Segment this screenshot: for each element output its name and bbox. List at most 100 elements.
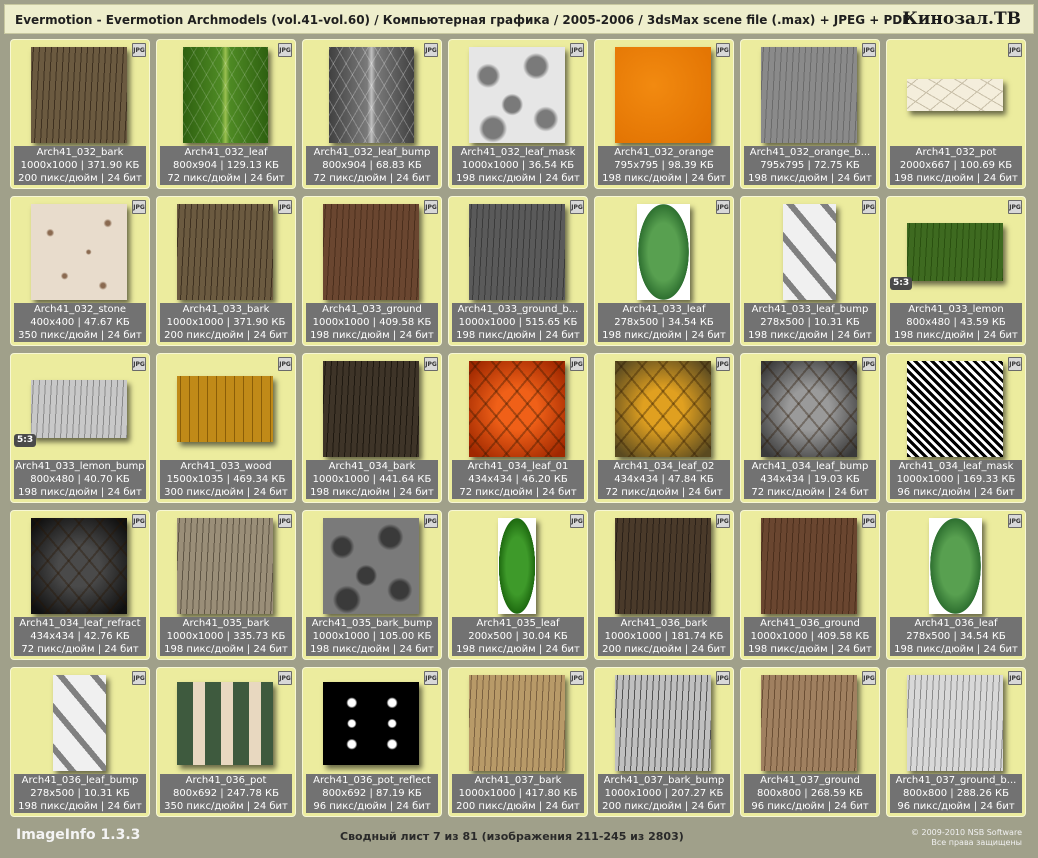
thumbnail-image[interactable] — [469, 361, 565, 457]
thumbnail-cell[interactable]: JPG Arch41_034_leaf_02 434x434 | 47.84 КБ 7… — [594, 353, 734, 503]
thumbnail-info: Arch41_033_wood 1500x1035 | 469.34 КБ 300 … — [160, 460, 292, 499]
thumbnail-image[interactable] — [469, 675, 565, 771]
file-name: Arch41_032_orange_b... — [749, 147, 871, 158]
thumbnail-cell[interactable]: JPG Arch41_033_bark 1000x1000 | 371.90 КБ 2… — [156, 196, 296, 346]
thumbnail-cell[interactable]: JPG Arch41_032_bark 1000x1000 | 371.90 КБ 2… — [10, 39, 150, 189]
thumbnail-image[interactable] — [31, 204, 127, 300]
thumbnail-image[interactable] — [177, 518, 273, 614]
jpg-format-icon: JPG — [1008, 357, 1022, 371]
image-dimensions: 800x480 | 40.70 КБ — [30, 474, 130, 485]
thumbnail-cell[interactable]: JPG Arch41_036_leaf 278x500 | 34.54 КБ 198 … — [886, 510, 1026, 660]
file-name: Arch41_036_pot — [185, 775, 267, 786]
image-meta: 96 пикс/дюйм | 24 бит — [313, 801, 431, 812]
image-dimensions: 1500x1035 | 469.34 КБ — [166, 474, 286, 485]
image-meta: 198 пикс/дюйм | 24 бит — [602, 173, 726, 184]
thumbnail-info: Arch41_033_ground 1000x1000 | 409.58 КБ 19… — [306, 303, 438, 342]
thumbnail-image[interactable] — [498, 518, 536, 614]
thumbnail-image[interactable] — [469, 204, 565, 300]
thumbnail-cell[interactable]: JPG Arch41_037_ground_b... 800x800 | 288.2… — [886, 667, 1026, 817]
thumbnail-cell[interactable]: JPG 5:3 Arch41_033_lemon_bump 800x480 | 40.… — [10, 353, 150, 503]
image-dimensions: 800x800 | 288.26 КБ — [903, 788, 1009, 799]
thumbnail-cell[interactable]: JPG Arch41_032_orange_b... 795x795 | 72.75… — [740, 39, 880, 189]
jpg-format-icon: JPG — [1008, 43, 1022, 57]
thumbnail-cell[interactable]: JPG Arch41_036_leaf_bump 278x500 | 10.31 К… — [10, 667, 150, 817]
thumbnail-cell[interactable]: JPG Arch41_034_leaf_01 434x434 | 46.20 КБ 7… — [448, 353, 588, 503]
thumbnail-image[interactable] — [183, 47, 268, 143]
thumbnail-image[interactable] — [761, 47, 857, 143]
thumbnail-cell[interactable]: JPG Arch41_035_bark 1000x1000 | 335.73 КБ 1… — [156, 510, 296, 660]
thumbnail-cell[interactable]: JPG Arch41_034_leaf_mask 1000x1000 | 169.3… — [886, 353, 1026, 503]
thumbnail-cell[interactable]: JPG Arch41_035_bark_bump 1000x1000 | 105.0… — [302, 510, 442, 660]
thumbnail-cell[interactable]: JPG Arch41_032_leaf_mask 1000x1000 | 36.54… — [448, 39, 588, 189]
header-bar: Evermotion - Evermotion Archmodels (vol.… — [4, 4, 1034, 34]
thumbnail-image[interactable] — [761, 675, 857, 771]
thumbnail-image[interactable] — [177, 682, 273, 765]
image-dimensions: 1000x1000 | 371.90 КБ — [166, 317, 286, 328]
thumbnail-cell[interactable]: JPG Arch41_032_pot 2000x667 | 100.69 КБ 198… — [886, 39, 1026, 189]
thumbnail-cell[interactable]: JPG Arch41_033_leaf 278x500 | 34.54 КБ 198 … — [594, 196, 734, 346]
thumbnail-image[interactable] — [615, 518, 711, 614]
thumbnail-image[interactable] — [323, 518, 419, 614]
thumbnail-image[interactable] — [907, 223, 1003, 281]
thumbnail-cell[interactable]: JPG Arch41_034_leaf_refract 434x434 | 42.7… — [10, 510, 150, 660]
thumbnail-cell[interactable]: JPG Arch41_035_leaf 200x500 | 30.04 КБ 198 … — [448, 510, 588, 660]
file-name: Arch41_033_lemon_bump — [15, 461, 145, 472]
thumbnail-image[interactable] — [907, 675, 1003, 771]
thumbnail-image[interactable] — [907, 361, 1003, 457]
file-name: Arch41_032_bark — [36, 147, 124, 158]
thumbnail-image[interactable] — [31, 47, 127, 143]
thumbnail-cell[interactable]: JPG Arch41_032_leaf_bump 800x904 | 68.83 К… — [302, 39, 442, 189]
thumbnail-image[interactable] — [53, 675, 106, 771]
thumbnail-image[interactable] — [929, 518, 982, 614]
thumbnail-cell[interactable]: JPG Arch41_033_ground 1000x1000 | 409.58 К… — [302, 196, 442, 346]
image-dimensions: 278x500 | 10.31 КБ — [30, 788, 130, 799]
copyright-text: © 2009-2010 NSB Software — [910, 828, 1022, 837]
thumbnail-image[interactable] — [615, 361, 711, 457]
thumbnail-cell[interactable]: JPG Arch41_033_ground_b... 1000x1000 | 515… — [448, 196, 588, 346]
thumbnail-image[interactable] — [177, 376, 273, 442]
thumbnail-image[interactable] — [323, 361, 419, 457]
thumbnail-image[interactable] — [177, 204, 273, 300]
image-meta: 200 пикс/дюйм | 24 бит — [602, 644, 726, 655]
thumbnail-image[interactable] — [329, 47, 414, 143]
thumbnail-image[interactable] — [323, 682, 419, 765]
thumbnail-cell[interactable]: JPG Arch41_034_bark 1000x1000 | 441.64 КБ 1… — [302, 353, 442, 503]
thumbnail-cell[interactable]: JPG Arch41_036_bark 1000x1000 | 181.74 КБ 2… — [594, 510, 734, 660]
thumbnail-cell[interactable]: JPG Arch41_032_stone 400x400 | 47.67 КБ 350… — [10, 196, 150, 346]
file-name: Arch41_036_leaf_bump — [21, 775, 139, 786]
app-name: ImageInfo 1.3.3 — [16, 827, 141, 843]
image-meta: 200 пикс/дюйм | 24 бит — [18, 173, 142, 184]
thumbnail-image[interactable] — [615, 675, 711, 771]
thumbnail-cell[interactable]: JPG Arch41_033_wood 1500x1035 | 469.34 КБ 3… — [156, 353, 296, 503]
thumbnail-image[interactable] — [469, 47, 565, 143]
thumbnail-image[interactable] — [761, 361, 857, 457]
thumbnail-cell[interactable]: JPG Arch41_037_bark 1000x1000 | 417.80 КБ 2… — [448, 667, 588, 817]
thumbnail-cell[interactable]: JPG Arch41_033_leaf_bump 278x500 | 10.31 К… — [740, 196, 880, 346]
thumbnail-cell[interactable]: JPG Arch41_036_pot_reflect 800x692 | 87.19… — [302, 667, 442, 817]
thumbnail-cell[interactable]: JPG Arch41_036_pot 800x692 | 247.78 КБ 350 … — [156, 667, 296, 817]
jpg-format-icon: JPG — [716, 200, 730, 214]
image-dimensions: 1000x1000 | 181.74 КБ — [604, 631, 724, 642]
jpg-format-icon: JPG — [424, 357, 438, 371]
thumbnail-info: Arch41_032_bark 1000x1000 | 371.90 КБ 200 … — [14, 146, 146, 185]
thumbnail-image[interactable] — [31, 380, 127, 438]
thumbnail-image[interactable] — [761, 518, 857, 614]
thumbnail-cell[interactable]: JPG Arch41_037_bark_bump 1000x1000 | 207.2… — [594, 667, 734, 817]
image-dimensions: 278x500 | 34.54 КБ — [906, 631, 1006, 642]
file-name: Arch41_033_ground — [322, 304, 422, 315]
jpg-format-icon: JPG — [570, 514, 584, 528]
thumbnail-cell[interactable]: JPG Arch41_036_ground 1000x1000 | 409.58 К… — [740, 510, 880, 660]
thumbnail-cell[interactable]: JPG Arch41_032_orange 795x795 | 98.39 КБ 19… — [594, 39, 734, 189]
thumbnail-image[interactable] — [615, 47, 711, 143]
thumbnail-cell[interactable]: JPG 5:3 Arch41_033_lemon 800x480 | 43.59 КБ… — [886, 196, 1026, 346]
thumbnail-image[interactable] — [907, 79, 1003, 111]
thumbnail-cell[interactable]: JPG Arch41_034_leaf_bump 434x434 | 19.03 К… — [740, 353, 880, 503]
thumbnail-image[interactable] — [783, 204, 836, 300]
jpg-format-icon: JPG — [716, 514, 730, 528]
thumbnail-cell[interactable]: JPG Arch41_037_ground 800x800 | 268.59 КБ 9… — [740, 667, 880, 817]
thumbnail-info: Arch41_032_leaf_mask 1000x1000 | 36.54 КБ… — [452, 146, 584, 185]
thumbnail-image[interactable] — [637, 204, 690, 300]
thumbnail-image[interactable] — [323, 204, 419, 300]
thumbnail-cell[interactable]: JPG Arch41_032_leaf 800x904 | 129.13 КБ 72 … — [156, 39, 296, 189]
thumbnail-image[interactable] — [31, 518, 127, 614]
